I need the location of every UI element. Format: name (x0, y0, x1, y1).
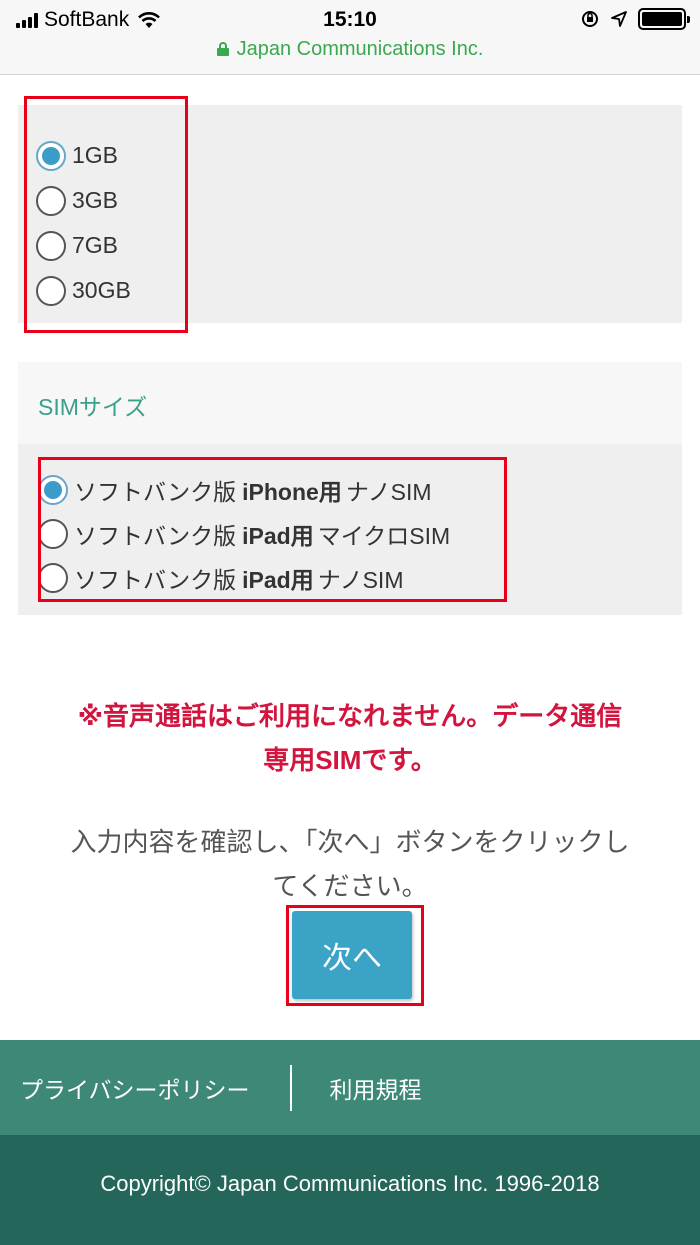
site-url: Japan Communications Inc. (236, 38, 484, 60)
warning-line-1: ※音声通話はご利用になれません。データ通信 (77, 701, 623, 731)
copyright-text: Copyright© Japan Communications Inc. 199… (0, 1135, 700, 1245)
plan-option-7gb[interactable]: 7GB (36, 223, 682, 268)
sim-option-size: マイクロSIM (317, 523, 451, 549)
sim-option-device: iPad用 (242, 567, 314, 593)
sim-option-ipad-nano[interactable]: ソフトバンク版 iPad用 ナノSIM (38, 556, 682, 600)
plan-option-label: 3GB (72, 187, 119, 213)
sim-option-device: iPad用 (242, 523, 314, 549)
plan-option-3gb[interactable]: 3GB (36, 178, 682, 223)
address-bar[interactable]: Japan Communications Inc. (0, 38, 700, 61)
sim-size-options: ソフトバンク版 iPhone用 ナノSIM ソフトバンク版 iPad用 マイクロ… (18, 444, 682, 615)
location-arrow-icon (611, 11, 627, 27)
radio-button-selected[interactable] (38, 475, 68, 505)
sim-option-iphone-nano[interactable]: ソフトバンク版 iPhone用 ナノSIM (38, 468, 682, 512)
plan-option-1gb[interactable]: 1GB (36, 133, 682, 178)
status-bar: SoftBank 15:10 Japan Communications Inc. (0, 0, 700, 75)
sim-size-section: SIMサイズ ソフトバンク版 iPhone用 ナノSIM ソフトバンク版 iPa… (18, 362, 682, 615)
radio-button[interactable] (38, 519, 68, 549)
footer-divider (289, 1064, 292, 1111)
sim-option-prefix: ソフトバンク版 (74, 567, 237, 593)
plan-option-label: 30GB (72, 277, 131, 303)
data-only-warning: ※音声通話はご利用になれません。データ通信 専用SIMです。 (0, 694, 700, 782)
sim-option-ipad-micro[interactable]: ソフトバンク版 iPad用 マイクロSIM (38, 512, 682, 556)
plan-option-30gb[interactable]: 30GB (36, 268, 682, 313)
radio-button[interactable] (36, 185, 66, 216)
sim-option-prefix: ソフトバンク版 (74, 479, 237, 505)
data-plan-header (18, 75, 682, 105)
radio-button[interactable] (36, 275, 66, 306)
radio-button[interactable] (36, 230, 66, 261)
instruction-line-1: 入力内容を確認し、「次へ」ボタンをクリックし (70, 827, 630, 857)
footer-links: プライバシーポリシー 利用規程 (0, 1040, 700, 1135)
radio-button-selected[interactable] (36, 140, 66, 171)
terms-link[interactable]: 利用規程 (330, 1071, 422, 1105)
sim-option-size: ナノSIM (317, 567, 404, 593)
status-bar-right (580, 8, 690, 30)
radio-button[interactable] (38, 563, 68, 593)
plan-option-label: 7GB (72, 232, 119, 258)
privacy-policy-link[interactable]: プライバシーポリシー (20, 1071, 250, 1105)
warning-line-2: 専用SIMです。 (263, 745, 437, 775)
orientation-lock-icon (582, 11, 598, 27)
data-plan-section: 1GB 3GB 7GB 30GB (18, 75, 682, 323)
lock-icon (216, 42, 229, 56)
sim-option-device: iPhone用 (242, 479, 342, 505)
sim-size-title: SIMサイズ (18, 362, 682, 444)
instruction-line-2: てください。 (272, 871, 428, 901)
confirm-instruction: 入力内容を確認し、「次へ」ボタンをクリックし てください。 (0, 820, 700, 908)
battery-icon (638, 8, 690, 30)
plan-option-label: 1GB (72, 142, 119, 168)
next-button[interactable]: 次へ (292, 911, 412, 999)
data-plan-options: 1GB 3GB 7GB 30GB (18, 105, 682, 323)
sim-option-prefix: ソフトバンク版 (74, 523, 237, 549)
sim-option-size: ナノSIM (345, 479, 432, 505)
